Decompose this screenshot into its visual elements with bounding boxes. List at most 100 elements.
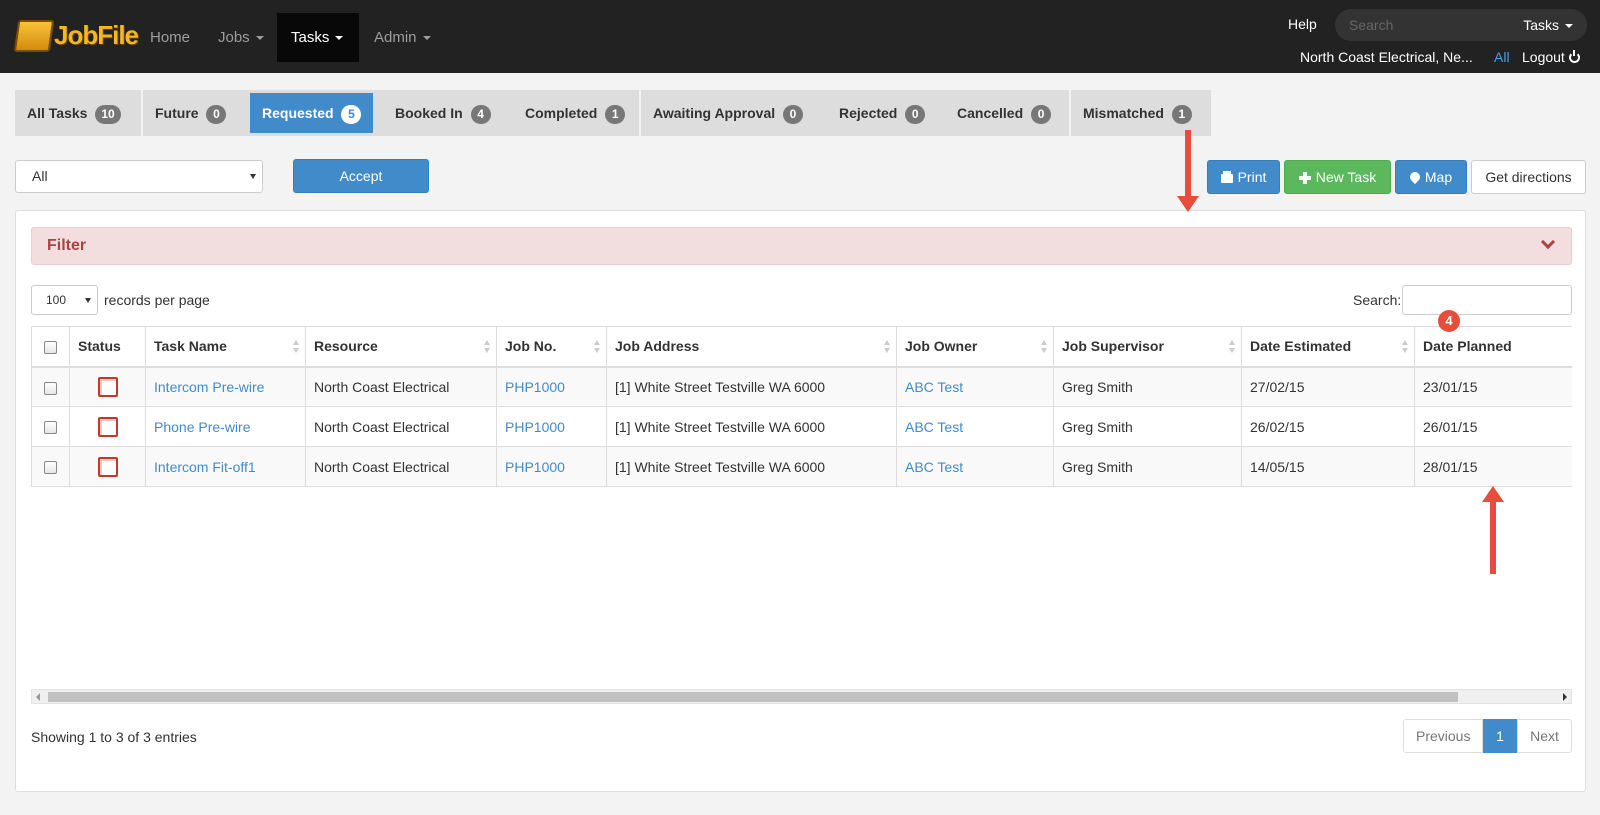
- resource-cell: North Coast Electrical: [305, 366, 497, 407]
- job-owner-link[interactable]: ABC Test: [896, 366, 1054, 407]
- date-planned-cell: 28/01/15: [1414, 446, 1572, 487]
- row-checkbox[interactable]: [44, 461, 57, 475]
- column-header-job-address[interactable]: Job Address: [606, 326, 897, 368]
- count-badge: 0: [783, 105, 804, 124]
- dropdown-arrow-icon: [85, 298, 91, 303]
- nav-home[interactable]: Home: [136, 13, 204, 62]
- row-select-cell: [31, 446, 70, 487]
- records-per-page-select[interactable]: 100: [31, 285, 98, 315]
- row-select-cell: [31, 406, 70, 447]
- search-scope-dropdown[interactable]: Tasks: [1523, 17, 1573, 33]
- job-supervisor-cell: Greg Smith: [1053, 446, 1242, 487]
- job-no-link[interactable]: PHP1000: [496, 406, 607, 447]
- tab-requested[interactable]: Requested 5: [250, 93, 373, 133]
- count-badge: 0: [206, 105, 227, 124]
- column-header-date-estimated[interactable]: Date Estimated: [1241, 326, 1415, 368]
- task-name-link[interactable]: Intercom Fit-off1: [145, 446, 306, 487]
- column-header-job-no[interactable]: Job No.: [496, 326, 607, 368]
- status-cell: [69, 446, 146, 487]
- printer-icon: [1220, 170, 1233, 183]
- task-name-link[interactable]: Intercom Pre-wire: [145, 366, 306, 407]
- job-no-link[interactable]: PHP1000: [496, 446, 607, 487]
- sort-icon: [594, 340, 600, 354]
- job-no-link[interactable]: PHP1000: [496, 366, 607, 407]
- entries-info: Showing 1 to 3 of 3 entries: [31, 729, 197, 745]
- column-header-job-owner[interactable]: Job Owner: [896, 326, 1054, 368]
- print-button[interactable]: Print: [1207, 160, 1280, 194]
- jobfile-logo[interactable]: JobFile: [13, 10, 139, 56]
- select-all-header: [31, 326, 70, 368]
- job-owner-link[interactable]: ABC Test: [896, 446, 1054, 487]
- filter-toggle[interactable]: Filter: [31, 227, 1572, 265]
- sort-icon: [1229, 340, 1235, 354]
- count-badge: 0: [905, 105, 926, 124]
- nav-jobs[interactable]: Jobs: [204, 13, 278, 62]
- scroll-left-icon[interactable]: [36, 693, 40, 701]
- date-estimated-cell: 26/02/15: [1241, 406, 1415, 447]
- tab-mismatched[interactable]: Mismatched 1: [1071, 90, 1204, 136]
- map-button[interactable]: Map: [1395, 160, 1467, 194]
- count-badge: 4: [470, 105, 491, 124]
- date-planned-cell: 23/01/15: [1414, 366, 1572, 407]
- tab-rejected[interactable]: Rejected 0: [827, 90, 937, 136]
- nav-tasks[interactable]: Tasks: [277, 13, 359, 62]
- nav-admin[interactable]: Admin: [360, 13, 445, 62]
- task-name-link[interactable]: Phone Pre-wire: [145, 406, 306, 447]
- tab-awaiting-approval[interactable]: Awaiting Approval 0: [641, 90, 815, 136]
- resource-cell: North Coast Electrical: [305, 446, 497, 487]
- row-checkbox[interactable]: [44, 421, 57, 435]
- page-1-button[interactable]: 1: [1483, 719, 1517, 753]
- status-cell: [69, 406, 146, 447]
- all-companies-link[interactable]: All: [1494, 49, 1510, 65]
- scrollbar-thumb[interactable]: [48, 692, 1458, 702]
- global-search[interactable]: Search Tasks: [1335, 9, 1587, 41]
- column-header-task-name[interactable]: Task Name: [145, 326, 306, 368]
- logout-link[interactable]: Logout: [1522, 49, 1580, 65]
- sort-icon: [1402, 340, 1408, 354]
- job-supervisor-cell: Greg Smith: [1053, 406, 1242, 447]
- row-checkbox[interactable]: [44, 381, 57, 395]
- column-header-job-supervisor[interactable]: Job Supervisor: [1053, 326, 1242, 368]
- power-icon: [1568, 50, 1580, 63]
- chevron-down-icon: [1540, 234, 1556, 250]
- dropdown-arrow-icon: [250, 174, 256, 179]
- tab-future[interactable]: Future 0: [143, 90, 238, 136]
- count-badge: 10: [95, 105, 121, 124]
- select-value: All: [32, 168, 48, 184]
- tab-completed[interactable]: Completed 1: [513, 90, 637, 136]
- search-input[interactable]: Search: [1349, 17, 1393, 33]
- horizontal-scrollbar[interactable]: [31, 689, 1572, 704]
- column-header-status[interactable]: Status: [69, 326, 146, 368]
- column-header-date-planned[interactable]: Date Planned: [1414, 326, 1572, 368]
- tab-cancelled[interactable]: Cancelled 0: [945, 90, 1063, 136]
- get-directions-button[interactable]: Get directions: [1471, 160, 1586, 194]
- next-page-button[interactable]: Next: [1517, 719, 1572, 753]
- table-row[interactable]: Intercom Pre-wire North Coast Electrical…: [31, 366, 1572, 407]
- annotation-arrow-up: [1482, 486, 1504, 574]
- table-search-input[interactable]: [1402, 285, 1572, 315]
- task-status-icon[interactable]: [97, 456, 118, 477]
- table-row[interactable]: Intercom Fit-off1 North Coast Electrical…: [31, 446, 1572, 487]
- task-status-icon[interactable]: [97, 376, 118, 397]
- row-select-cell: [31, 366, 70, 407]
- job-owner-link[interactable]: ABC Test: [896, 406, 1054, 447]
- top-navbar: JobFile Home Jobs Tasks Admin Help Searc…: [0, 0, 1600, 73]
- table-row[interactable]: Phone Pre-wire North Coast Electrical PH…: [31, 406, 1572, 447]
- job-address-cell: [1] White Street Testville WA 6000: [606, 446, 897, 487]
- tab-group-status: Future 0 Requested 5 Booked In 4 Complet…: [143, 90, 639, 136]
- company-selector[interactable]: North Coast Electrical, Ne...: [1300, 49, 1473, 65]
- bulk-filter-select[interactable]: All: [15, 160, 263, 193]
- job-address-cell: [1] White Street Testville WA 6000: [606, 366, 897, 407]
- tab-all-tasks[interactable]: All Tasks 10: [15, 90, 133, 136]
- accept-button[interactable]: Accept: [293, 159, 429, 193]
- sort-icon: [293, 340, 299, 354]
- select-all-checkbox[interactable]: [44, 341, 57, 355]
- scroll-right-icon[interactable]: [1563, 693, 1567, 701]
- previous-page-button[interactable]: Previous: [1403, 719, 1483, 753]
- help-link[interactable]: Help: [1288, 16, 1317, 32]
- new-task-button[interactable]: New Task: [1284, 160, 1391, 194]
- column-header-resource[interactable]: Resource: [305, 326, 497, 368]
- tab-booked-in[interactable]: Booked In 4: [383, 90, 503, 136]
- annotation-step-number: 4: [1438, 310, 1460, 332]
- task-status-icon[interactable]: [97, 416, 118, 437]
